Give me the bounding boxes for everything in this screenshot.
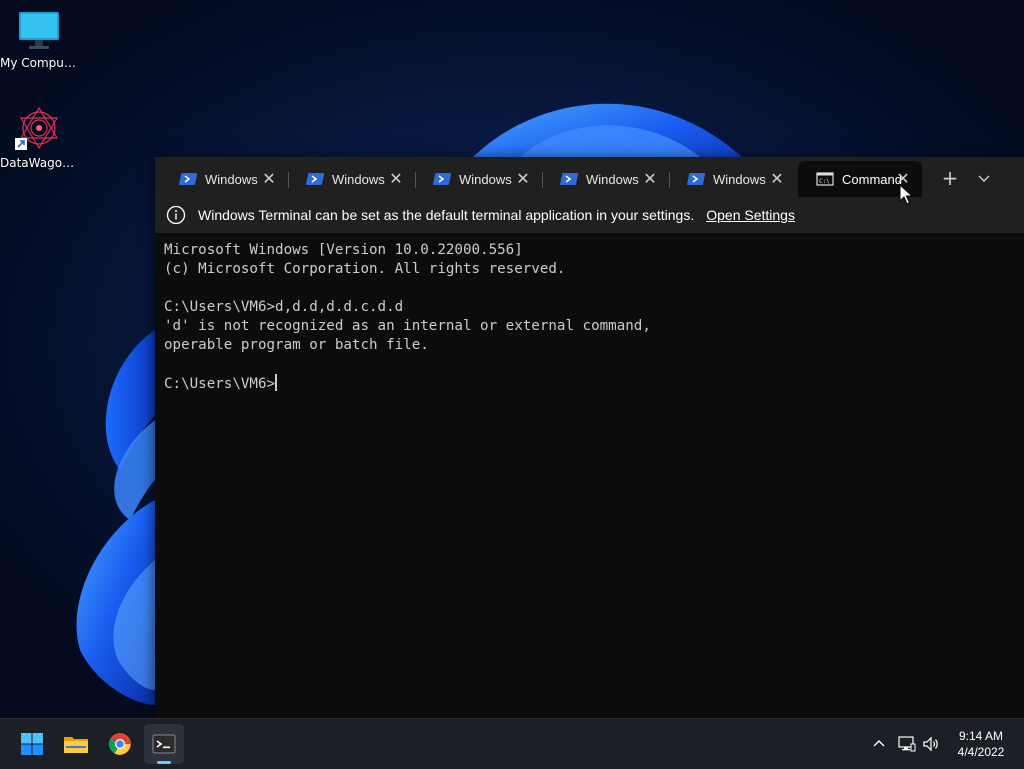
tab-label: Windows I	[332, 171, 388, 187]
datawagon-app-icon	[15, 106, 59, 150]
tab-label: Command	[842, 171, 902, 187]
volume-icon	[923, 736, 938, 752]
console-line: operable program or batch file.	[164, 337, 429, 353]
volume-tray-button[interactable]	[919, 719, 943, 769]
folder-icon	[64, 737, 88, 753]
text-cursor	[275, 374, 278, 391]
tab-powershell-2[interactable]: Windows I ✕	[288, 161, 416, 197]
tab-powershell-4[interactable]: Windows I ✕	[542, 161, 670, 197]
taskbar: 9:14 AM 4/4/2022	[0, 718, 1024, 769]
monitor-icon	[19, 12, 59, 49]
console-line: C:\Users\VM6>d,d.d,d.d.c.d.d	[164, 299, 404, 315]
desktop-icon-datawagon[interactable]: DataWagon...	[0, 104, 78, 170]
chevron-down-icon	[978, 175, 990, 182]
tab-dropdown-button[interactable]	[971, 165, 997, 191]
show-hidden-icons-button[interactable]	[866, 719, 892, 769]
network-icon	[898, 736, 916, 752]
tab-label: Windows I	[205, 171, 261, 187]
powershell-icon	[179, 173, 197, 185]
running-indicator	[157, 761, 171, 764]
terminal-icon	[152, 734, 176, 754]
clock-time: 9:14 AM	[958, 729, 1004, 743]
file-explorer-button[interactable]	[56, 724, 96, 764]
powershell-icon	[433, 173, 451, 185]
tab-powershell-1[interactable]: Windows I ✕	[161, 161, 289, 197]
tab-powershell-5[interactable]: Windows I ✕	[669, 161, 796, 197]
console-line: 'd' is not recognized as an internal or …	[164, 318, 651, 334]
console-line: (c) Microsoft Corporation. All rights re…	[164, 261, 566, 277]
terminal-window: Windows I ✕ Windows I ✕ Windows I ✕ Wind…	[155, 157, 1024, 718]
desktop-icon-label: DataWagon...	[0, 156, 78, 170]
infobar-message: Windows Terminal can be set as the defau…	[198, 207, 695, 223]
powershell-icon	[687, 173, 705, 185]
console-output[interactable]: Microsoft Windows [Version 10.0.22000.55…	[164, 241, 1014, 711]
close-icon[interactable]: ✕	[514, 170, 532, 188]
console-line: Microsoft Windows [Version 10.0.22000.55…	[164, 242, 523, 258]
close-icon[interactable]: ✕	[768, 170, 786, 188]
close-icon[interactable]: ✕	[260, 170, 278, 188]
chevron-up-icon	[873, 740, 885, 747]
console-prompt: C:\Users\VM6>	[164, 376, 276, 392]
mouse-pointer-icon	[899, 184, 913, 205]
open-settings-link[interactable]: Open Settings	[706, 207, 795, 223]
tab-powershell-3[interactable]: Windows I ✕	[415, 161, 543, 197]
powershell-icon	[560, 173, 578, 185]
chrome-icon	[109, 733, 131, 755]
network-tray-button[interactable]	[895, 719, 919, 769]
tab-bar: Windows I ✕ Windows I ✕ Windows I ✕ Wind…	[155, 157, 1024, 197]
start-button[interactable]	[12, 724, 52, 764]
windows-start-icon	[21, 733, 43, 755]
powershell-icon	[306, 173, 324, 185]
desktop-icon-my-computer[interactable]: My Computer	[0, 8, 78, 70]
tab-label: Windows I	[713, 171, 769, 187]
close-icon[interactable]: ✕	[387, 170, 405, 188]
close-icon[interactable]: ✕	[641, 170, 659, 188]
default-terminal-infobar: Windows Terminal can be set as the defau…	[155, 197, 1024, 233]
chrome-button[interactable]	[100, 724, 140, 764]
new-tab-button[interactable]: +	[937, 165, 963, 191]
clock-date: 4/4/2022	[957, 745, 1005, 759]
tab-label: Windows I	[586, 171, 642, 187]
svg-text:C:\: C:\	[819, 178, 830, 185]
desktop-icon-label: My Computer	[0, 56, 78, 70]
clock[interactable]: 9:14 AM 4/4/2022	[946, 728, 1016, 760]
info-icon	[166, 205, 186, 225]
cmd-icon: C:\	[816, 172, 834, 186]
tab-label: Windows I	[459, 171, 515, 187]
terminal-taskbar-button[interactable]	[144, 724, 184, 764]
